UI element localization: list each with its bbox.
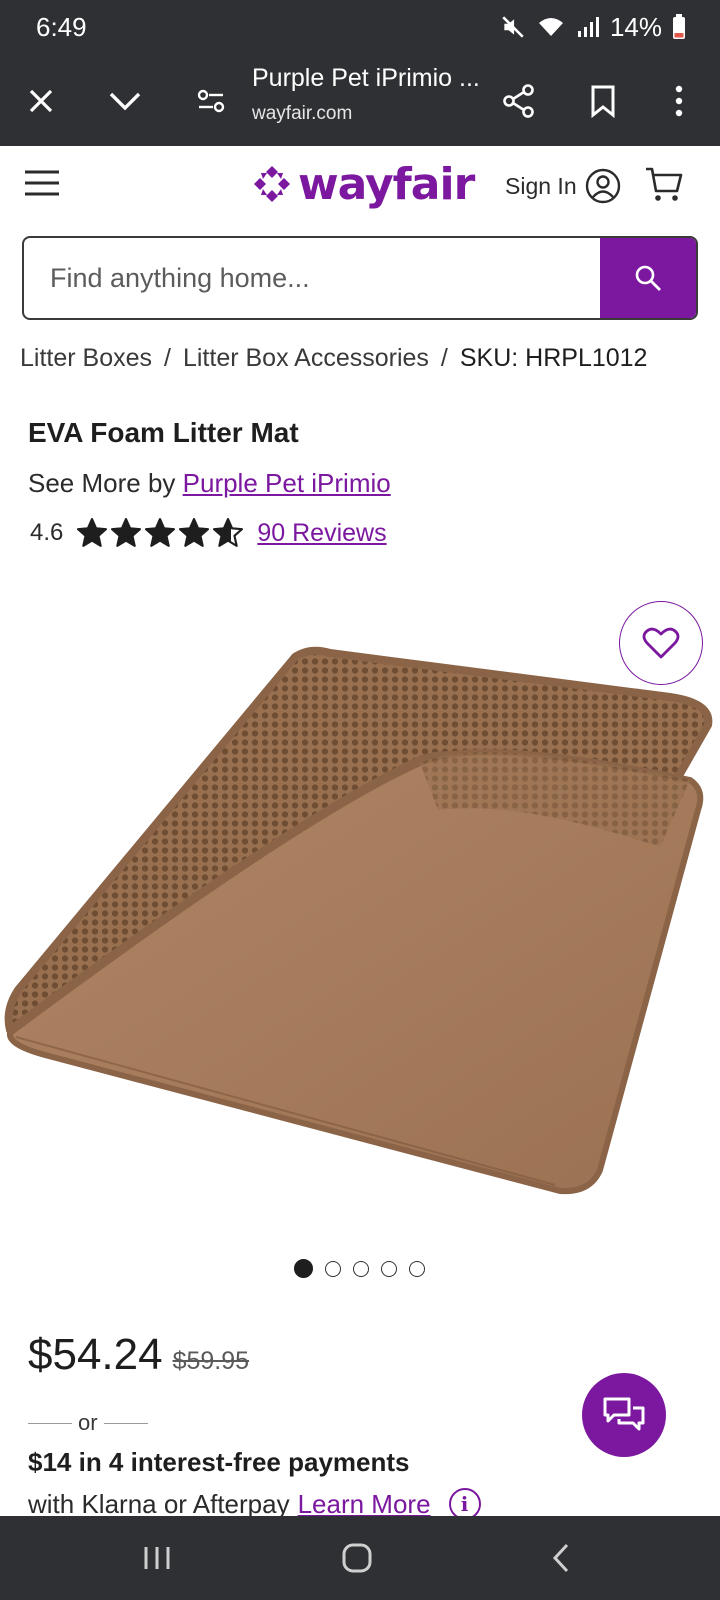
system-nav-bar <box>0 1516 720 1600</box>
carousel-dots <box>294 1259 425 1278</box>
divider-line <box>103 1422 148 1424</box>
bookmark-icon[interactable] <box>578 76 628 126</box>
breadcrumb: Litter Boxes / Litter Box Accessories / … <box>20 340 647 376</box>
menu-icon[interactable] <box>22 166 66 206</box>
carousel-dot[interactable] <box>381 1260 397 1277</box>
reviews-link[interactable]: 90 Reviews <box>257 519 386 548</box>
payment-provider-text: with Klarna or Afterpay <box>28 1488 290 1519</box>
breadcrumb-item-litter-boxes[interactable]: Litter Boxes <box>20 344 152 373</box>
battery-icon <box>672 14 686 40</box>
page-title[interactable]: Purple Pet iPrimio ... <box>252 64 480 93</box>
cart-icon[interactable] <box>644 164 688 206</box>
logo-text: wayfair <box>298 158 475 210</box>
heart-icon <box>642 627 680 659</box>
logo-mark <box>254 166 290 202</box>
search-icon <box>635 265 661 291</box>
rating-row: 4.6 90 Reviews <box>30 516 387 550</box>
breadcrumb-separator: / <box>440 343 448 372</box>
product-title: EVA Foam Litter Mat <box>28 417 299 448</box>
status-bar: 6:49 14% <box>0 0 720 56</box>
star-icon <box>179 518 210 547</box>
home-icon[interactable] <box>332 1536 382 1580</box>
star-icon <box>213 518 244 547</box>
star-icon <box>111 518 142 547</box>
original-price: $59.95 <box>172 1347 250 1375</box>
chat-button[interactable] <box>582 1373 666 1457</box>
price-row: $54.24 $59.95 <box>28 1330 249 1380</box>
carousel-dot[interactable] <box>409 1260 425 1277</box>
recents-icon[interactable] <box>132 1536 182 1580</box>
sign-in-button[interactable]: Sign In <box>505 166 621 206</box>
learn-more-link[interactable]: Learn More <box>298 1489 431 1520</box>
star-rating <box>77 518 244 548</box>
breadcrumb-separator: / <box>164 343 171 372</box>
browser-toolbar: Purple Pet iPrimio ... wayfair.com <box>0 56 720 146</box>
product-image[interactable] <box>0 585 720 1245</box>
brand-line: See More by Purple Pet iPrimio <box>28 468 391 499</box>
search-bar <box>22 236 698 320</box>
signal-icon <box>576 14 600 40</box>
carousel-dot[interactable] <box>325 1260 341 1277</box>
close-icon[interactable] <box>16 76 66 126</box>
divider-line <box>28 1422 72 1424</box>
search-input[interactable] <box>24 238 602 318</box>
chat-icon <box>603 1397 645 1431</box>
rating-value: 4.6 <box>30 519 64 546</box>
breadcrumb-item-litter-box-accessories[interactable]: Litter Box Accessories <box>183 344 429 373</box>
more-vert-icon[interactable] <box>654 76 704 126</box>
page-url[interactable]: wayfair.com <box>252 103 352 125</box>
status-time: 6:49 <box>36 12 87 42</box>
account-icon <box>585 168 620 204</box>
star-icon <box>145 518 176 547</box>
wifi-icon <box>536 14 566 40</box>
chevron-down-icon[interactable] <box>100 76 150 126</box>
status-icons: 14% <box>500 12 686 42</box>
search-button[interactable] <box>600 238 696 318</box>
or-divider: or <box>28 1410 148 1436</box>
brand-link[interactable]: Purple Pet iPrimio <box>183 468 391 498</box>
wayfair-logo[interactable]: wayfair <box>252 158 475 210</box>
sign-in-label: Sign In <box>505 172 577 199</box>
installment-text: $14 in 4 interest-free payments <box>28 1447 410 1477</box>
carousel-dot[interactable] <box>294 1259 313 1278</box>
or-label: or <box>78 1410 98 1435</box>
site-settings-icon[interactable] <box>186 76 236 126</box>
star-icon <box>77 518 108 547</box>
battery-percent: 14% <box>609 11 662 42</box>
favorite-button[interactable] <box>619 601 703 685</box>
current-price: $54.24 <box>28 1330 163 1379</box>
brand-prefix: See More by <box>28 468 183 498</box>
carousel-dot[interactable] <box>353 1260 369 1277</box>
breadcrumb-sku: SKU: HRPL1012 <box>459 343 648 372</box>
back-icon[interactable] <box>536 1536 586 1580</box>
share-icon[interactable] <box>494 76 544 126</box>
mute-icon <box>500 14 526 40</box>
site-header: wayfair Sign In <box>0 146 720 226</box>
